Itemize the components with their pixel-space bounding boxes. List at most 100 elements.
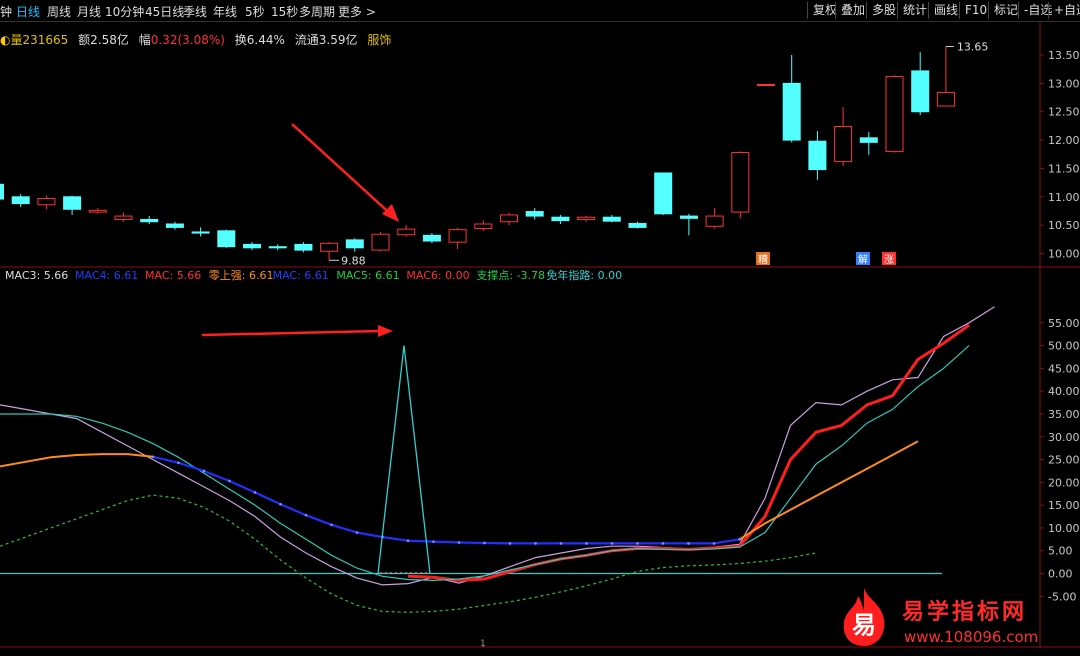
- red-arrow-1-head: [382, 204, 399, 222]
- candle-body-33: [834, 125, 853, 163]
- candle-body-5: [114, 215, 133, 220]
- candle-body-0: [0, 183, 4, 200]
- mac4-dot-8: [202, 469, 206, 473]
- mac4-dot-7: [177, 461, 180, 465]
- candle-body-16: [397, 228, 416, 236]
- candle-body-2: [37, 197, 56, 206]
- ind-tick-label-0: 55.00: [1048, 317, 1080, 330]
- x-tick-label: 1: [480, 639, 486, 649]
- price-tick-label-5: 11.00: [1048, 191, 1080, 204]
- watermark-logo-text: 易: [852, 611, 876, 639]
- candle-body-27: [679, 215, 698, 219]
- series-line-5: [0, 494, 817, 613]
- mac4-dot-19: [483, 541, 486, 545]
- indicator-legend-4: MAC: 6.61: [273, 269, 329, 282]
- candle-body-3: [63, 196, 82, 210]
- mac4-dot-23: [585, 542, 588, 545]
- mac4-dot-29: [738, 538, 741, 541]
- mac4-dot-22: [559, 542, 563, 545]
- candle-body-30: [757, 84, 775, 87]
- high-price-label: 13.65: [957, 41, 989, 54]
- candle-body-7: [165, 223, 184, 228]
- candle-body-36: [911, 70, 930, 113]
- indicator-legend-2: MAC: 5.66: [145, 269, 201, 282]
- mac4-dot-28: [712, 542, 716, 545]
- candle-body-10: [243, 243, 261, 249]
- candle-body-17: [422, 234, 441, 242]
- ind-tick-label-4: 35.00: [1048, 408, 1080, 421]
- candle-body-20: [500, 214, 518, 223]
- ind-tick-label-2: 45.00: [1048, 362, 1080, 375]
- candle-body-11: [268, 246, 287, 249]
- low-price-label: 9.88: [341, 254, 366, 267]
- ind-tick-label-1: 50.00: [1048, 340, 1080, 353]
- candle-body-31: [782, 82, 801, 141]
- stock-chart[interactable]: 13.5013.0012.5012.0011.5011.0010.5010.00…: [0, 0, 1080, 656]
- mac4-dot-13: [330, 523, 333, 527]
- price-tick-label-4: 11.50: [1048, 162, 1080, 175]
- price-tick-label-7: 10.00: [1048, 247, 1080, 260]
- series-line-4: [152, 455, 740, 545]
- price-tick-label-3: 12.00: [1048, 134, 1080, 147]
- candle-body-4: [88, 209, 107, 213]
- mac4-dot-24: [610, 542, 614, 545]
- candle-body-18: [448, 229, 467, 243]
- mac4-dot-18: [457, 541, 461, 544]
- indicator-legend-8: 免年指路: 0.00: [546, 268, 622, 282]
- watermark-title: 易学指标网: [902, 600, 1028, 625]
- signal-marker-2: 涨: [884, 254, 894, 266]
- mac4-dot-25: [636, 542, 639, 545]
- series-line-3-b: [738, 440, 919, 541]
- candle-body-21: [525, 211, 544, 217]
- ind-tick-label-11: 0.00: [1048, 568, 1073, 581]
- indicator-legend-6: MAC6: 0.00: [406, 269, 469, 282]
- mac4-dot-20: [508, 542, 512, 545]
- ind-tick-label-12: -5.00: [1048, 590, 1076, 603]
- price-tick-label-2: 12.50: [1048, 106, 1080, 119]
- indicator-legend-3: 零上强: 6.61: [209, 269, 274, 282]
- candle-body-14: [345, 239, 364, 249]
- price-tick-label-6: 10.50: [1048, 219, 1080, 232]
- watermark-url: www.108096.com: [904, 628, 1039, 646]
- mac4-dot-11: [279, 502, 282, 506]
- mac4-dot-21: [534, 542, 537, 545]
- indicator-legend-0: MAC3: 5.66: [5, 269, 68, 282]
- watermark-flame-logo: 易: [843, 588, 885, 646]
- candle-body-1: [11, 196, 30, 205]
- red-arrow-2: [201, 329, 381, 337]
- candle-body-12: [294, 243, 313, 251]
- mac4-dot-10: [253, 491, 257, 494]
- candle-body-8: [191, 231, 210, 234]
- ind-tick-label-8: 15.00: [1048, 499, 1080, 512]
- mac4-dot-16: [406, 539, 410, 543]
- indicator-legend-1: MAC4: 6.61: [75, 269, 138, 282]
- series-line-2: [0, 345, 970, 582]
- signal-marker-1: 解: [858, 253, 868, 266]
- candle-body-32: [808, 140, 827, 171]
- candle-body-37: [936, 91, 955, 107]
- candle-body-26: [654, 172, 673, 215]
- candle-body-19: [474, 223, 493, 230]
- ind-tick-label-7: 20.00: [1048, 476, 1080, 489]
- mac4-dot-26: [661, 542, 665, 545]
- candle-body-9: [217, 230, 236, 248]
- red-arrow-1: [291, 123, 396, 219]
- ind-tick-label-6: 25.00: [1048, 454, 1080, 467]
- candle-body-34: [859, 137, 878, 143]
- ind-tick-label-10: 5.00: [1048, 545, 1073, 558]
- indicator-legend-7: 支撑点: -3.78: [476, 268, 545, 282]
- ind-tick-label-3: 40.00: [1048, 385, 1080, 398]
- mac4-dot-6: [151, 455, 155, 459]
- mac4-dot-27: [687, 542, 690, 545]
- price-tick-label-0: 13.50: [1048, 49, 1080, 62]
- candle-body-22: [551, 216, 570, 222]
- mac4-dot-14: [355, 531, 359, 534]
- candle-body-15: [371, 233, 390, 251]
- price-tick-label-1: 13.00: [1048, 77, 1080, 90]
- indicator-legend-5: MAC5: 6.61: [336, 269, 399, 282]
- red-arrow-2-head: [378, 325, 393, 337]
- candle-body-6: [140, 218, 159, 223]
- candle-body-13: [320, 242, 339, 252]
- signal-marker-0: 糟: [758, 253, 768, 266]
- candle-body-23: [577, 216, 596, 220]
